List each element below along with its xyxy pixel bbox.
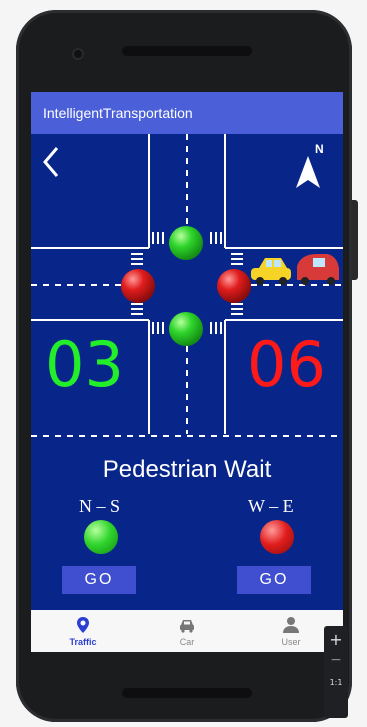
yellow-car [251,258,291,285]
ns-label: N – S [79,496,121,516]
north-traffic-light [169,226,203,260]
back-button[interactable] [37,140,69,184]
bottom-navigation: Traffic Car User [31,610,343,652]
red-car [297,254,339,285]
ns-countdown: 03 [45,328,124,401]
compass: N [293,142,327,192]
intersection-view: N 03 06 Pedestrian Wait N – S W – E GO G… [31,134,343,610]
zoom-in-button[interactable]: + [324,630,348,649]
app-screen: IntelligentTransportation N 03 06 Pedest… [31,92,343,652]
ns-go-button[interactable]: GO [62,566,136,594]
top-speaker [122,46,252,56]
we-label: W – E [248,496,294,516]
actual-size-button[interactable]: 1:1 [324,678,348,687]
phone-side-button [352,200,358,280]
user-icon [283,617,299,633]
we-pedestrian-light [260,520,294,554]
north-arrow-icon [293,156,294,157]
east-traffic-light [217,269,251,303]
we-countdown: 06 [247,328,326,401]
emulator-zoom-controls: + − 1:1 [324,626,348,718]
ns-pedestrian-light [84,520,118,554]
app-title: IntelligentTransportation [43,105,193,121]
west-traffic-light [121,269,155,303]
location-pin-icon [77,617,89,633]
pedestrian-title: Pedestrian Wait [102,456,272,483]
zoom-out-button[interactable]: − [324,652,348,668]
front-camera [72,48,84,60]
compass-label: N [315,142,324,156]
nav-traffic[interactable]: Traffic [31,610,135,652]
nav-car-label: Car [179,637,195,647]
bottom-speaker [122,688,252,698]
we-go-button[interactable]: GO [237,566,311,594]
nav-car[interactable]: Car [135,610,239,652]
car-icon [180,620,194,633]
chevron-left-icon [37,140,38,141]
app-bar: IntelligentTransportation [31,92,343,134]
south-traffic-light [169,312,203,346]
nav-traffic-label: Traffic [69,637,97,647]
